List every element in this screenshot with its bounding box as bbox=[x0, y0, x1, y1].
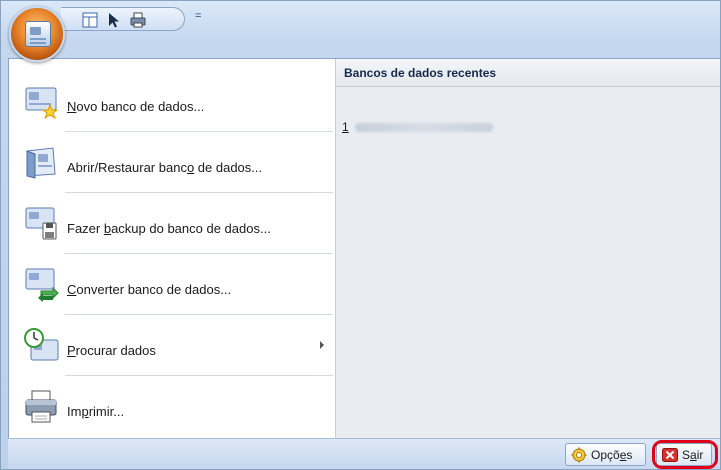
recent-header: Bancos de dados recentes bbox=[336, 59, 720, 87]
menu-item-label: Abrir/Restaurar banco de dados... bbox=[67, 160, 263, 175]
menu-item-open-restore[interactable]: Abrir/Restaurar banco de dados... bbox=[9, 132, 334, 192]
new-database-icon bbox=[23, 83, 59, 120]
convert-database-icon bbox=[23, 266, 59, 302]
menu-item-label: Converter banco de dados... bbox=[67, 282, 232, 297]
menu-item-backup[interactable]: Fazer backup do banco de dados... bbox=[9, 193, 334, 253]
customize-toolbar-icon[interactable]: = bbox=[195, 10, 207, 26]
search-data-icon bbox=[23, 327, 59, 363]
pointer-icon[interactable] bbox=[105, 11, 123, 29]
exit-highlight-annotation bbox=[652, 440, 718, 469]
menu-item-convert[interactable]: Converter banco de dados... bbox=[9, 254, 334, 314]
application-menu: Novo banco de dados... Abrir/Restaurar b… bbox=[8, 58, 720, 439]
recent-item-number: 1 bbox=[342, 120, 349, 134]
menu-item-search-data[interactable]: Procurar dados bbox=[9, 315, 334, 375]
quick-access-toolbar bbox=[61, 7, 185, 31]
gear-icon bbox=[571, 447, 587, 463]
menu-item-label: Novo banco de dados... bbox=[67, 99, 205, 114]
menu-item-new-database[interactable]: Novo banco de dados... bbox=[9, 71, 334, 131]
menu-footer: Opções Sair bbox=[8, 438, 720, 469]
layout-icon[interactable] bbox=[81, 11, 99, 29]
options-button[interactable]: Opções bbox=[565, 443, 646, 466]
open-database-icon bbox=[23, 144, 59, 180]
title-bar: = bbox=[1, 1, 721, 41]
printer-icon bbox=[23, 388, 59, 424]
menu-commands: Novo banco de dados... Abrir/Restaurar b… bbox=[9, 67, 335, 439]
recent-item[interactable]: 1 bbox=[342, 119, 493, 135]
menu-item-label: Imprimir... bbox=[67, 404, 125, 419]
recent-databases-panel: Bancos de dados recentes 1 bbox=[336, 59, 720, 439]
database-icon bbox=[25, 21, 51, 47]
submenu-arrow-icon bbox=[320, 341, 324, 349]
printer-icon[interactable] bbox=[129, 11, 147, 29]
menu-item-label: Fazer backup do banco de dados... bbox=[67, 221, 271, 236]
backup-database-icon bbox=[23, 205, 59, 241]
office-button[interactable] bbox=[9, 6, 65, 62]
menu-item-label: Procurar dados bbox=[67, 343, 156, 358]
recent-item-name-redacted bbox=[354, 122, 493, 132]
options-label: Opções bbox=[591, 447, 633, 462]
menu-item-print[interactable]: Imprimir... bbox=[9, 376, 334, 436]
recent-header-label: Bancos de dados recentes bbox=[344, 66, 497, 80]
